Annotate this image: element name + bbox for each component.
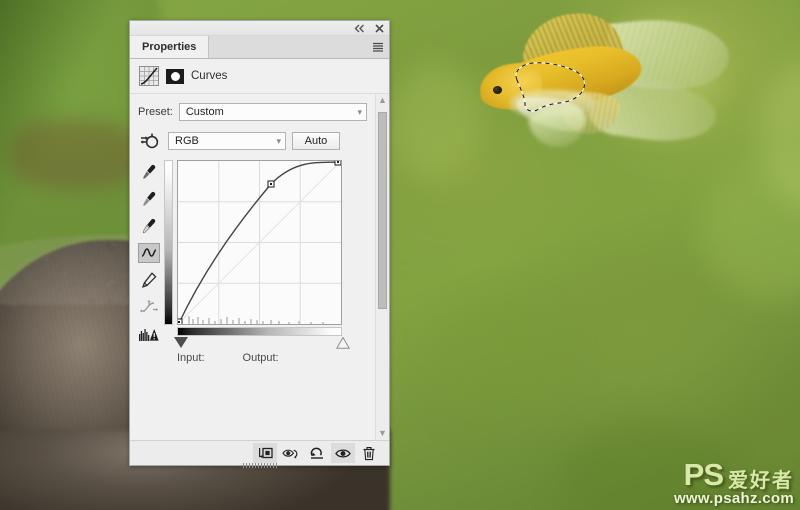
panel-scrollbar[interactable]: ▲ ▼ [375, 94, 389, 440]
white-point-eyedropper-button[interactable] [138, 216, 160, 236]
scrollbar-thumb[interactable] [378, 112, 387, 310]
black-point-eyedropper-button[interactable] [138, 162, 160, 182]
gray-point-eyedropper-icon [143, 191, 156, 206]
panel-resize-grip[interactable] [242, 463, 277, 468]
auto-button-label: Auto [304, 135, 328, 147]
curves-graph[interactable] [177, 160, 342, 325]
channel-value: RGB [175, 135, 199, 147]
curve-graph-area: Input: Output: [130, 154, 375, 370]
curves-thumbnail-icon [140, 67, 158, 85]
properties-panel[interactable]: Properties Curves Preset: Custom ▾ RGB ▾… [129, 20, 390, 468]
preset-value: Custom [185, 106, 224, 118]
on-image-adjustment-icon [140, 133, 159, 148]
output-gradient-bar [164, 160, 173, 325]
marching-ants-selection [515, 62, 586, 112]
white-point-eyedropper-icon [142, 218, 156, 234]
preset-dropdown[interactable]: Custom ▾ [178, 103, 367, 121]
photoshop-canvas-image [0, 0, 800, 510]
eye-with-arrow-icon [282, 449, 298, 458]
panel-footer [130, 440, 389, 465]
toggle-previous-state-button[interactable] [279, 443, 303, 463]
black-point-eyedropper-icon [143, 164, 156, 179]
panel-menu-button[interactable] [367, 36, 389, 58]
preset-row: Preset: Custom ▾ [130, 100, 375, 124]
clip-to-layer-button[interactable] [253, 443, 277, 463]
curves-graph-svg [178, 161, 341, 324]
channel-dropdown[interactable]: RGB ▾ [168, 132, 286, 150]
adjustment-title: Curves [191, 70, 228, 82]
bokeh-spot [390, 60, 480, 180]
adjustment-header: Curves [130, 59, 389, 94]
tab-properties[interactable]: Properties [130, 36, 210, 58]
pencil-draw-curve-button[interactable] [138, 270, 160, 290]
curve-point-tool-button[interactable] [138, 243, 160, 263]
auto-button[interactable]: Auto [292, 132, 340, 150]
output-label: Output: [242, 352, 279, 364]
smooth-curve-icon [140, 300, 158, 313]
pencil-draw-curve-icon [141, 272, 157, 288]
histogram-clipping-warning-button[interactable] [138, 324, 160, 344]
watermark-url: www.psahz.com [673, 490, 794, 507]
curves-adjustment-icon[interactable] [139, 66, 159, 86]
tab-empty-space [209, 36, 367, 58]
preset-label: Preset: [138, 106, 173, 118]
input-output-row: Input: Output: [177, 352, 357, 364]
white-point-slider-icon [336, 337, 350, 349]
smooth-curve-button[interactable] [138, 297, 160, 317]
layer-mask-thumbnail[interactable] [166, 68, 184, 84]
chevron-down-icon: ▾ [276, 135, 281, 146]
input-label: Input: [177, 352, 205, 364]
bokeh-spot [430, 300, 570, 430]
panel-content: Preset: Custom ▾ RGB ▾ Auto Input: Outpu… [130, 94, 375, 440]
scrollbar-track[interactable] [378, 108, 387, 426]
on-image-adjustment-tool[interactable] [138, 131, 162, 151]
watermark-chinese: 爱好者 [728, 468, 794, 492]
curve-tool-column [136, 160, 162, 370]
reset-arrow-icon [310, 447, 323, 459]
fish-eye [493, 86, 502, 94]
panel-body: Preset: Custom ▾ RGB ▾ Auto Input: Outpu… [130, 94, 389, 440]
eye-icon [335, 448, 351, 458]
curve-point-tool-icon [141, 248, 157, 257]
black-point-slider[interactable] [174, 337, 188, 348]
delete-adjustment-layer-button[interactable] [357, 443, 381, 463]
gray-point-eyedropper-button[interactable] [138, 189, 160, 209]
panel-tab-row: Properties [130, 36, 389, 59]
close-panel-button[interactable] [373, 22, 385, 34]
trash-icon [363, 446, 375, 460]
watermark-brand: PS [683, 457, 724, 492]
toggle-layer-visibility-button[interactable] [331, 443, 355, 463]
site-watermark: PS 爱好者 www.psahz.com [674, 459, 794, 506]
histogram [188, 316, 324, 324]
close-icon [374, 23, 384, 33]
histogram-clipping-warning-icon [139, 328, 159, 341]
panel-menu-icon [373, 42, 383, 52]
channel-row: RGB ▾ Auto [130, 128, 375, 154]
scroll-up-arrow[interactable]: ▲ [378, 96, 387, 105]
curve-graph-wrapper: Input: Output: [164, 160, 360, 370]
collapse-panel-button[interactable] [353, 22, 365, 34]
double-chevron-left-icon [354, 24, 364, 32]
chevron-down-icon: ▾ [357, 106, 362, 117]
scroll-down-arrow[interactable]: ▼ [378, 429, 387, 438]
input-gradient-bar [177, 327, 342, 336]
tab-properties-label: Properties [142, 41, 197, 53]
panel-titlebar [130, 21, 389, 36]
reset-adjustment-button[interactable] [305, 443, 329, 463]
clip-to-layer-icon [259, 447, 273, 459]
white-point-slider[interactable] [336, 337, 350, 349]
